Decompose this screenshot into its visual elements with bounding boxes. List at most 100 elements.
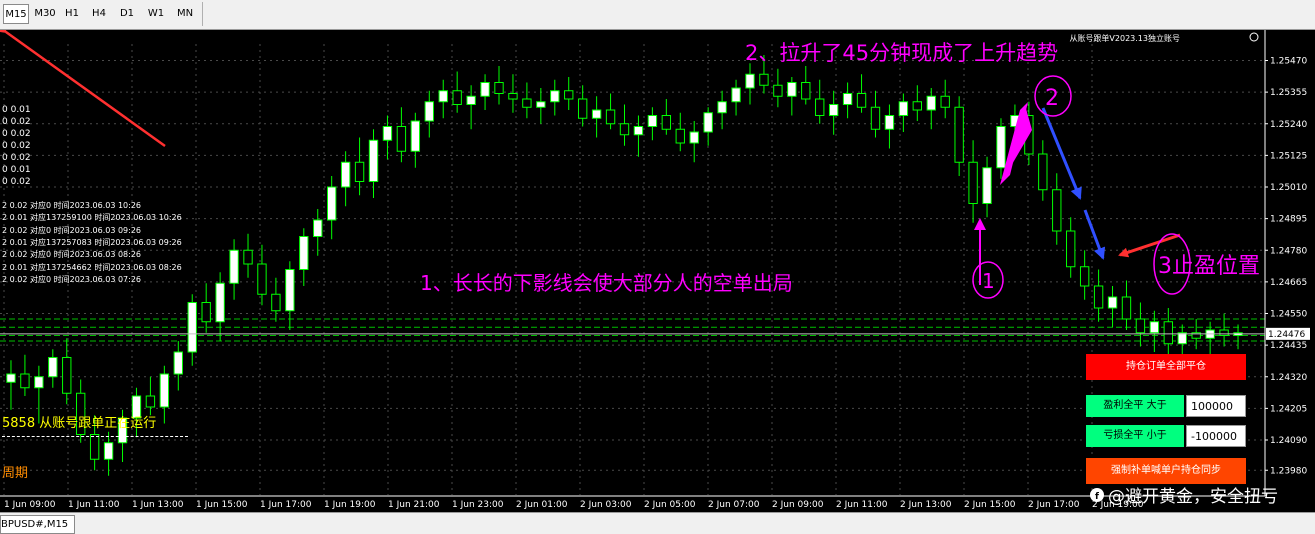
candle bbox=[605, 93, 616, 130]
candle bbox=[1038, 140, 1048, 201]
candle-body-bear bbox=[912, 101, 923, 111]
candle bbox=[536, 88, 546, 124]
candle-body-bull bbox=[424, 101, 434, 122]
y-tick-label: 1.24895 bbox=[1270, 215, 1307, 225]
candle-body-bear bbox=[452, 90, 462, 105]
position-value: 0 0.02 bbox=[2, 141, 31, 151]
candle-body-bear bbox=[508, 93, 518, 100]
loss-close-button[interactable]: 亏损全平 小于 bbox=[1086, 425, 1184, 447]
order-info-line: 2 0.01 对应137254662 时间2023.06.03 08:26 bbox=[2, 262, 182, 272]
position-value: 0 0.02 bbox=[2, 177, 31, 187]
candle bbox=[424, 90, 434, 138]
candle-body-bull bbox=[1177, 332, 1187, 345]
order-info-line: 2 0.02 对应0 时间2023.06.03 08:26 bbox=[2, 250, 142, 260]
order-info-line: 2 0.01 对应137259100 时间2023.06.03 10:26 bbox=[2, 213, 182, 223]
candle-body-bear bbox=[243, 249, 253, 265]
candle bbox=[550, 79, 560, 116]
candle bbox=[1163, 308, 1173, 358]
current-price-label: 1.24476 bbox=[1268, 330, 1305, 340]
candle-body-bear bbox=[1163, 321, 1173, 345]
sync-orders-button[interactable]: 强制补单喊单户持仓同步 bbox=[1086, 458, 1246, 484]
candle bbox=[787, 77, 797, 116]
ea-running-text: 5858 从账号跟单正在运行 bbox=[2, 416, 157, 431]
candle bbox=[675, 112, 685, 152]
tf-h4-button[interactable]: H4 bbox=[89, 4, 109, 24]
candle-body-bear bbox=[1219, 329, 1229, 336]
x-tick-label: 1 Jun 21:00 bbox=[388, 500, 440, 510]
candle-body-bull bbox=[717, 101, 727, 114]
red-arrow-tp bbox=[1118, 233, 1181, 258]
candle bbox=[870, 90, 881, 138]
candle-body-bull bbox=[480, 82, 490, 97]
close-all-button[interactable]: 持仓订单全部平仓 bbox=[1086, 354, 1246, 380]
candle-body-bull bbox=[159, 373, 170, 408]
candle-body-bull bbox=[633, 126, 644, 136]
candle-body-bull bbox=[410, 120, 421, 152]
symbol-tab[interactable]: BPUSD#,M15 bbox=[0, 515, 76, 534]
candle-body-bull bbox=[842, 93, 853, 105]
candle-body-bull bbox=[647, 115, 658, 127]
candle-body-bear bbox=[940, 95, 950, 108]
candle-body-bear bbox=[856, 93, 867, 108]
candle-body-bear bbox=[801, 82, 811, 100]
candle-body-bull bbox=[550, 90, 560, 103]
candle bbox=[926, 88, 936, 130]
candle-body-bear bbox=[619, 123, 630, 136]
candle-body-bull bbox=[731, 87, 741, 103]
annotation-note-3: 3止盈位置 bbox=[1158, 254, 1260, 279]
candle bbox=[382, 115, 393, 160]
order-info-line: 2 0.02 对应0 时间2023.06.03 09:26 bbox=[2, 225, 142, 235]
status-bar: BPUSD#,M15 bbox=[0, 512, 1315, 534]
candle-body-bull bbox=[982, 167, 992, 204]
candle-body-bull bbox=[828, 104, 839, 116]
candle-body-bear bbox=[1079, 266, 1090, 287]
x-tick-label: 1 Jun 23:00 bbox=[452, 500, 504, 510]
candle bbox=[591, 96, 602, 138]
candle-body-bull bbox=[103, 442, 114, 460]
profit-threshold-input[interactable] bbox=[1186, 395, 1246, 417]
candle-body-bear bbox=[494, 82, 504, 94]
candle bbox=[982, 156, 992, 218]
candle-body-bull bbox=[926, 95, 936, 111]
candle-body-bull bbox=[996, 126, 1006, 169]
candle bbox=[1093, 269, 1104, 322]
candle-body-bull bbox=[313, 219, 323, 237]
x-tick-label: 2 Jun 07:00 bbox=[708, 500, 760, 510]
candle-body-bull bbox=[884, 115, 895, 130]
candle bbox=[577, 85, 588, 127]
tf-w1-button[interactable]: W1 bbox=[145, 4, 167, 24]
candle bbox=[452, 71, 462, 113]
x-tick-label: 1 Jun 11:00 bbox=[68, 500, 120, 510]
tf-d1-button[interactable]: D1 bbox=[117, 4, 137, 24]
candle bbox=[1219, 313, 1229, 347]
candle bbox=[159, 365, 170, 424]
tf-m30-button[interactable]: M30 bbox=[33, 4, 57, 24]
candle-body-bull bbox=[299, 236, 309, 270]
candle-body-bear bbox=[354, 161, 365, 182]
candle bbox=[285, 261, 295, 330]
tf-h1-button[interactable]: H1 bbox=[62, 4, 82, 24]
loss-threshold-input[interactable] bbox=[1186, 425, 1246, 447]
profit-close-button[interactable]: 盈利全平 大于 bbox=[1086, 395, 1184, 417]
candle bbox=[717, 90, 727, 130]
candle bbox=[1107, 286, 1118, 328]
candle bbox=[1149, 310, 1160, 352]
watermark-text: @避开黄金，安全扭亏 bbox=[1108, 487, 1278, 507]
candle-body-bull bbox=[340, 161, 351, 188]
period-label: 周期 bbox=[2, 466, 29, 481]
blue-arrow-2 bbox=[1083, 209, 1106, 260]
timeframe-toolbar: M15 M30 H1 H4 D1 W1 MN bbox=[0, 0, 1315, 30]
annotation-circle-2-label: 2 bbox=[1045, 86, 1059, 111]
candle bbox=[996, 118, 1006, 179]
candle-body-bull bbox=[326, 186, 337, 221]
tf-m15-button[interactable]: M15 bbox=[3, 4, 29, 24]
x-tick-label: 2 Jun 05:00 bbox=[644, 500, 696, 510]
candle bbox=[410, 112, 421, 168]
candle-body-bear bbox=[675, 128, 685, 144]
position-value: 0 0.02 bbox=[2, 117, 31, 127]
candle-body-bull bbox=[229, 249, 239, 284]
divider-line bbox=[2, 436, 188, 437]
tf-mn-button[interactable]: MN bbox=[173, 4, 197, 24]
annotation-note-1: 1、长长的下影线会使大部分人的空单出局 bbox=[420, 271, 793, 295]
candle bbox=[912, 85, 923, 121]
